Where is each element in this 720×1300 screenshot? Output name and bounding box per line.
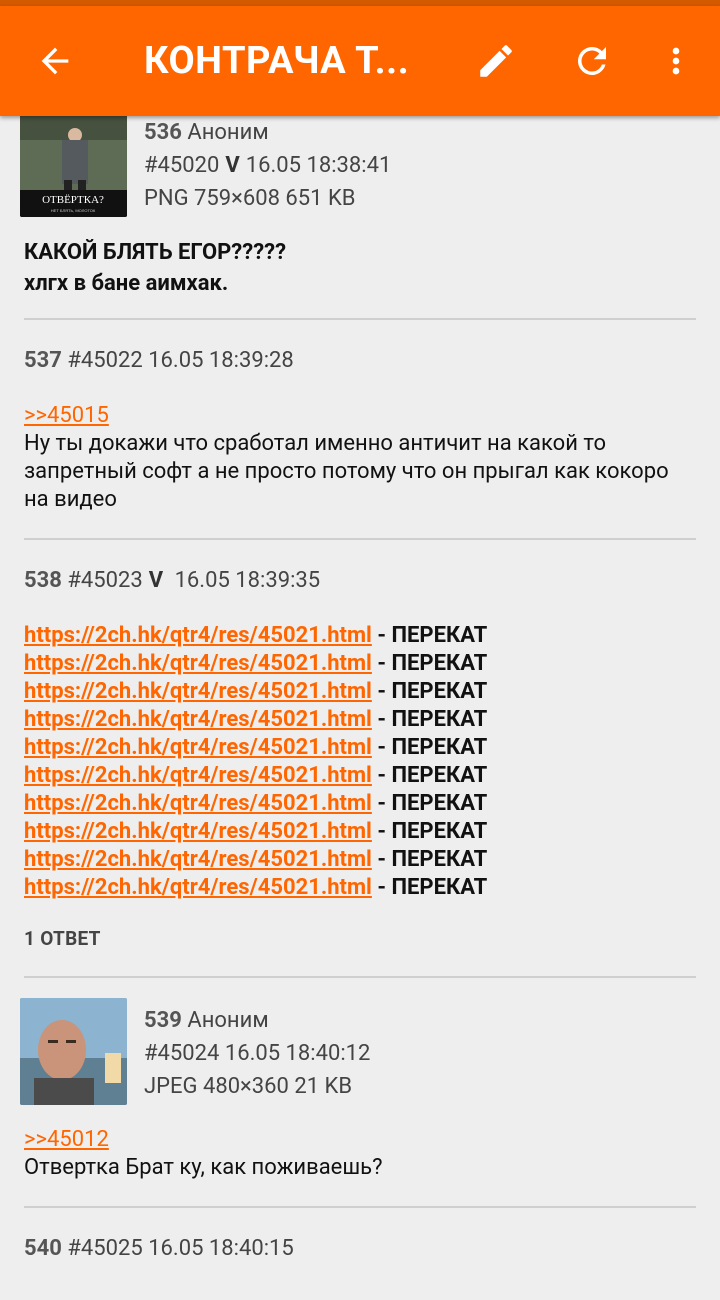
post-divider xyxy=(24,538,696,540)
thread-link[interactable]: https://2ch.hk/qtr4/res/45021.html xyxy=(24,679,372,704)
arrow-back-icon xyxy=(41,47,69,75)
post-text: Отвертка Брат ку, как поживаешь? xyxy=(24,1155,383,1180)
op-mark: V xyxy=(225,153,240,178)
link-suffix: - ПЕРЕКАТ xyxy=(371,623,488,648)
link-line: https://2ch.hk/qtr4/res/45021.html - ПЕР… xyxy=(24,650,696,678)
pencil-icon xyxy=(480,45,512,77)
op-mark: V xyxy=(148,568,164,593)
refresh-icon xyxy=(577,46,606,75)
post-divider xyxy=(24,318,696,320)
post-date: 16.05 18:40:15 xyxy=(148,1236,294,1261)
link-suffix: - ПЕРЕКАТ xyxy=(371,651,488,676)
link-suffix: - ПЕРЕКАТ xyxy=(371,875,488,900)
post-thumbnail[interactable] xyxy=(20,998,127,1105)
post-date: 16.05 18:39:28 xyxy=(148,348,294,373)
link-suffix: - ПЕРЕКАТ xyxy=(371,847,488,872)
link-suffix: - ПЕРЕКАТ xyxy=(371,763,488,788)
post-id[interactable]: #45024 xyxy=(144,1041,219,1066)
link-suffix: - ПЕРЕКАТ xyxy=(371,707,488,732)
link-suffix: - ПЕРЕКАТ xyxy=(371,791,488,816)
post-divider xyxy=(24,976,696,978)
thread-link[interactable]: https://2ch.hk/qtr4/res/45021.html xyxy=(24,819,372,844)
post-header: 540 #45025 16.05 18:40:15 xyxy=(24,1236,294,1261)
post-date: 16.05 18:38:41 xyxy=(245,153,392,178)
reply-button[interactable] xyxy=(466,6,526,116)
thread-link[interactable]: https://2ch.hk/qtr4/res/45021.html xyxy=(24,791,372,816)
post-number: 537 xyxy=(24,348,62,373)
post-id[interactable]: #45022 xyxy=(67,348,142,373)
link-line: https://2ch.hk/qtr4/res/45021.html - ПЕР… xyxy=(24,734,696,762)
post-body: КАКОЙ БЛЯТЬ ЕГОР????? хлгх в бане аимхак… xyxy=(24,237,696,299)
post-line: хлгх в бане аимхак. xyxy=(24,271,229,296)
reply-link[interactable]: >>45015 xyxy=(24,403,109,428)
link-line: https://2ch.hk/qtr4/res/45021.html - ПЕР… xyxy=(24,762,696,790)
thread-title: КОНТРАЧА Т... xyxy=(144,39,410,83)
post-id[interactable]: #45025 xyxy=(67,1236,142,1261)
link-line: https://2ch.hk/qtr4/res/45021.html - ПЕР… xyxy=(24,706,696,734)
more-options-button[interactable] xyxy=(650,6,702,116)
app-bar: КОНТРАЧА Т... xyxy=(0,6,720,116)
post-body: >>45015 Ну ты докажи что сработал именно… xyxy=(24,402,696,514)
link-suffix: - ПЕРЕКАТ xyxy=(371,735,488,760)
post-thumbnail[interactable]: ОТВЁРТКА? НЕТ БЛЯТЬ, МОЛОТОК xyxy=(20,110,127,217)
reply-link[interactable]: >>45012 xyxy=(24,1127,109,1152)
thread-link[interactable]: https://2ch.hk/qtr4/res/45021.html xyxy=(24,623,372,648)
post-meta: 539 Аноним #45024 16.05 18:40:12 JPEG 48… xyxy=(144,1004,370,1103)
post-id[interactable]: #45023 xyxy=(67,568,142,593)
link-line: https://2ch.hk/qtr4/res/45021.html - ПЕР… xyxy=(24,622,696,650)
post-number: 536 xyxy=(144,120,182,145)
post-author: Аноним xyxy=(187,120,269,145)
post-author: Аноним xyxy=(187,1008,269,1033)
post-number: 539 xyxy=(144,1008,182,1033)
thumb-caption: ОТВЁРТКА? xyxy=(42,194,104,206)
thumbnail-image xyxy=(20,998,127,1105)
link-suffix: - ПЕРЕКАТ xyxy=(371,819,488,844)
back-button[interactable] xyxy=(22,6,88,116)
post-body: >>45012 Отвертка Брат ку, как поживаешь? xyxy=(24,1126,696,1182)
post-date: 16.05 18:39:35 xyxy=(174,568,321,593)
link-line: https://2ch.hk/qtr4/res/45021.html - ПЕР… xyxy=(24,874,696,902)
post-id[interactable]: #45020 xyxy=(144,153,219,178)
post-number: 538 xyxy=(24,568,62,593)
thread-link[interactable]: https://2ch.hk/qtr4/res/45021.html xyxy=(24,875,372,900)
more-vert-icon xyxy=(672,47,680,75)
post-date: 16.05 18:40:12 xyxy=(224,1041,371,1066)
post-body: https://2ch.hk/qtr4/res/45021.html - ПЕР… xyxy=(24,622,696,902)
replies-count-button[interactable]: 1 ОТВЕТ xyxy=(24,927,101,950)
thread-link[interactable]: https://2ch.hk/qtr4/res/45021.html xyxy=(24,735,372,760)
thread-link[interactable]: https://2ch.hk/qtr4/res/45021.html xyxy=(24,707,372,732)
file-info: PNG 759×608 651 KB xyxy=(144,186,356,211)
thread-link[interactable]: https://2ch.hk/qtr4/res/45021.html xyxy=(24,847,372,872)
link-line: https://2ch.hk/qtr4/res/45021.html - ПЕР… xyxy=(24,790,696,818)
post-line: КАКОЙ БЛЯТЬ ЕГОР????? xyxy=(24,240,287,265)
thread-link[interactable]: https://2ch.hk/qtr4/res/45021.html xyxy=(24,651,372,676)
thread-link[interactable]: https://2ch.hk/qtr4/res/45021.html xyxy=(24,763,372,788)
post-header: 537 #45022 16.05 18:39:28 xyxy=(24,348,294,373)
link-line: https://2ch.hk/qtr4/res/45021.html - ПЕР… xyxy=(24,818,696,846)
post-meta: 536 Аноним #45020 V 16.05 18:38:41 PNG 759… xyxy=(144,116,391,215)
link-line: https://2ch.hk/qtr4/res/45021.html - ПЕР… xyxy=(24,846,696,874)
thumb-subcaption: НЕТ БЛЯТЬ, МОЛОТОК xyxy=(51,208,96,213)
refresh-button[interactable] xyxy=(562,6,622,116)
link-suffix: - ПЕРЕКАТ xyxy=(371,679,488,704)
post-divider xyxy=(24,1206,696,1208)
post-number: 540 xyxy=(24,1236,62,1261)
file-info: JPEG 480×360 21 KB xyxy=(144,1074,353,1099)
post-text: Ну ты докажи что сработал именно античит… xyxy=(24,431,669,512)
link-line: https://2ch.hk/qtr4/res/45021.html - ПЕР… xyxy=(24,678,696,706)
post-header: 538 #45023 V 16.05 18:39:35 xyxy=(24,568,320,593)
thumbnail-image: ОТВЁРТКА? НЕТ БЛЯТЬ, МОЛОТОК xyxy=(20,110,127,217)
